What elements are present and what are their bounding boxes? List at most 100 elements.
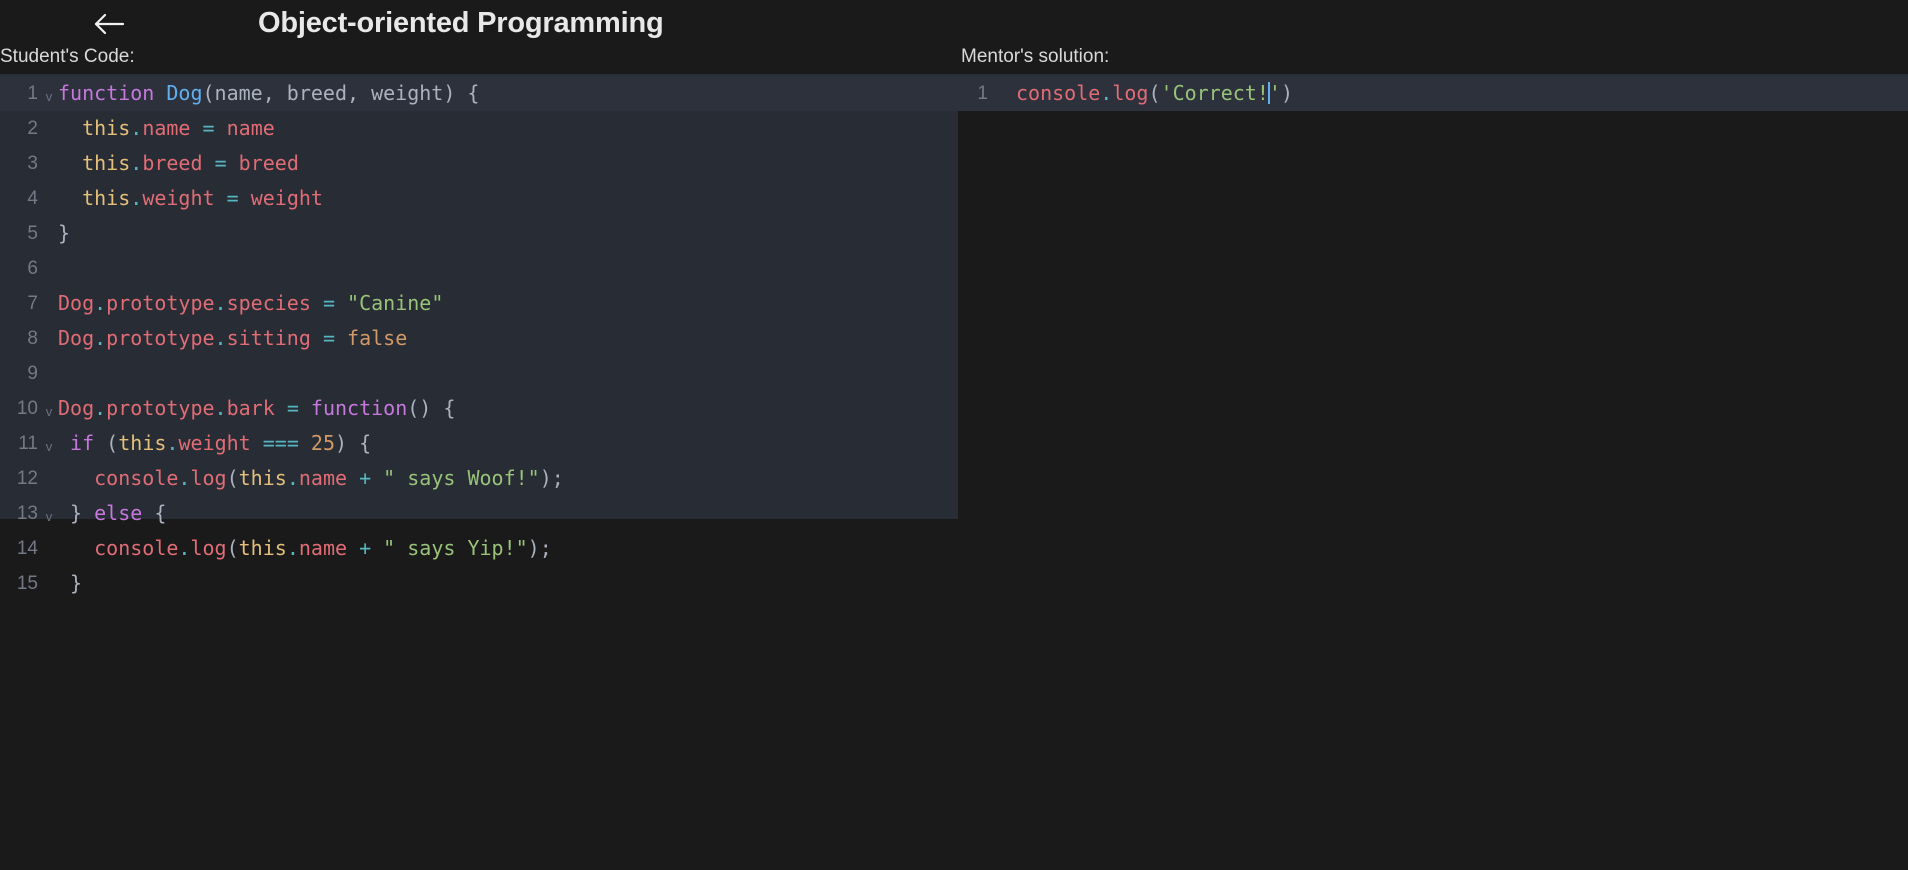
code-token: function	[58, 81, 155, 105]
code-text: Dog.prototype.sitting = false	[58, 321, 407, 356]
code-token: log	[190, 466, 227, 490]
code-token: breed	[142, 151, 203, 175]
code-token: " says Woof!"	[383, 466, 540, 490]
code-text: }	[58, 216, 70, 251]
code-token: prototype	[106, 396, 215, 420]
code-line[interactable]: 2 this.name = name	[0, 111, 958, 146]
code-token: name	[298, 466, 348, 490]
code-line[interactable]: 12 console.log(this.name + " says Woof!"…	[0, 461, 958, 496]
line-number: 3	[27, 152, 38, 174]
code-text: console.log(this.name + " says Yip!");	[58, 531, 552, 566]
code-token: (	[226, 466, 239, 490]
fold-chevron-icon[interactable]: v	[40, 504, 58, 523]
code-token: weight	[142, 186, 215, 210]
fold-chevron-icon[interactable]: v	[40, 434, 58, 453]
code-token: this	[82, 186, 131, 210]
code-line[interactable]: 14 console.log(this.name + " says Yip!")…	[0, 531, 958, 566]
code-line[interactable]: 10 v Dog.prototype.bark = function() {	[0, 391, 958, 426]
code-line[interactable]: 11 v if (this.weight === 25) {	[0, 426, 958, 461]
code-token: ===	[262, 431, 299, 455]
code-token: prototype	[106, 291, 215, 315]
line-number: 11	[18, 432, 38, 454]
code-token: "Canine"	[347, 291, 444, 315]
code-token: .	[178, 536, 191, 560]
code-token: .	[94, 326, 107, 350]
code-line[interactable]: 1 console.log('Correct!')	[958, 76, 1908, 111]
code-token: console	[94, 466, 179, 490]
code-token: name	[298, 536, 348, 560]
code-line[interactable]: 15 }	[0, 566, 958, 601]
code-token: =	[286, 396, 299, 420]
code-token: '	[1160, 81, 1173, 105]
code-token: .	[94, 291, 107, 315]
code-token: .	[94, 396, 107, 420]
code-text: } else {	[58, 496, 166, 531]
code-token: bark	[226, 396, 275, 420]
code-line[interactable]: 4 this.weight = weight	[0, 181, 958, 216]
code-line[interactable]: 7 Dog.prototype.species = "Canine"	[0, 286, 958, 321]
code-line[interactable]: 8 Dog.prototype.sitting = false	[0, 321, 958, 356]
code-line[interactable]: 3 this.breed = breed	[0, 146, 958, 181]
code-token: }	[58, 571, 83, 595]
fold-chevron-icon[interactable]: v	[40, 84, 58, 103]
code-line[interactable]: 13 v } else {	[0, 496, 958, 531]
page-title: Object-oriented Programming	[258, 7, 664, 39]
code-line[interactable]: 6	[0, 251, 958, 286]
code-token: function	[310, 396, 408, 420]
code-token: else	[94, 501, 143, 525]
code-token: =	[226, 186, 239, 210]
code-token: this	[118, 431, 167, 455]
code-text: Dog.prototype.species = "Canine"	[58, 286, 443, 321]
mentor-solution-editor[interactable]: 1 console.log('Correct!')	[958, 74, 1908, 111]
arrow-left-icon	[92, 12, 126, 36]
code-token: Dog	[58, 326, 95, 350]
code-token: sitting	[226, 326, 311, 350]
code-text: this.name = name	[58, 111, 275, 146]
app-header: Object-oriented Programming	[0, 0, 1908, 47]
code-token: weight	[250, 186, 323, 210]
line-number: 6	[27, 257, 38, 279]
fold-chevron-icon[interactable]: v	[40, 399, 58, 418]
back-button[interactable]	[80, 4, 138, 44]
code-token: =	[202, 116, 215, 140]
code-token: name	[226, 116, 275, 140]
code-line[interactable]: 9	[0, 356, 958, 391]
code-token: (	[94, 431, 119, 455]
code-token: this	[82, 151, 131, 175]
code-token: name	[142, 116, 191, 140]
code-token: );	[539, 466, 564, 490]
student-code-editor[interactable]: 1 v function Dog(name, breed, weight) {2 t…	[0, 74, 958, 595]
code-token: .	[1100, 81, 1113, 105]
line-number: 12	[16, 467, 38, 489]
mentor-solution-label: Mentor's solution:	[958, 47, 1908, 74]
code-token: .	[214, 326, 227, 350]
editors-row: Student's Code: 1 v function Dog(name, bre…	[0, 47, 1908, 595]
line-number: 9	[27, 362, 38, 384]
code-token: log	[190, 536, 227, 560]
code-token: Dog	[58, 291, 95, 315]
code-token: Dog	[166, 81, 203, 105]
code-line[interactable]: 1 v function Dog(name, breed, weight) {	[0, 76, 958, 111]
code-line[interactable]: 5 }	[0, 216, 958, 251]
code-token: }	[58, 221, 71, 245]
code-token: );	[527, 536, 552, 560]
